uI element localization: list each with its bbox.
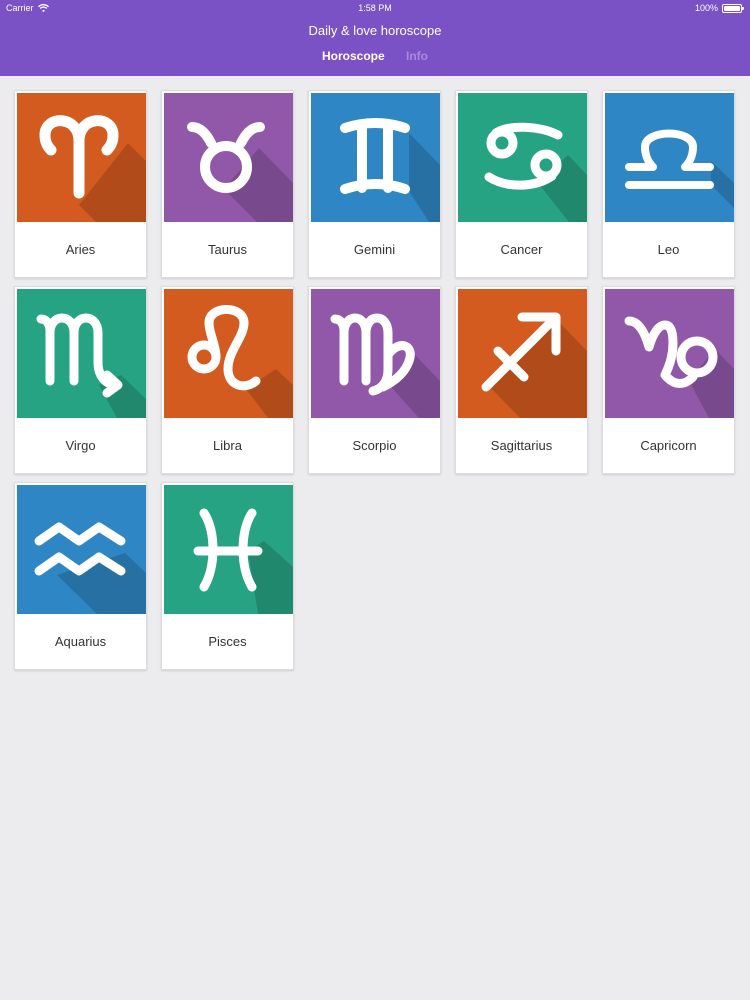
zodiac-tile bbox=[311, 93, 440, 222]
tab-info[interactable]: Info bbox=[406, 49, 428, 63]
zodiac-tile bbox=[605, 93, 734, 222]
zodiac-tile bbox=[164, 289, 293, 418]
zodiac-tile bbox=[17, 93, 146, 222]
zodiac-card-label: Scorpio bbox=[352, 438, 397, 453]
zodiac-card-label: Cancer bbox=[500, 242, 543, 257]
zodiac-tile bbox=[458, 93, 587, 222]
battery-icon bbox=[722, 3, 744, 13]
zodiac-tile bbox=[458, 289, 587, 418]
app-title: Daily & love horoscope bbox=[308, 23, 442, 38]
status-bar: Carrier 1:58 PM 100% bbox=[0, 0, 750, 16]
zodiac-card-taurus[interactable]: Taurus bbox=[161, 90, 294, 278]
zodiac-tile bbox=[164, 485, 293, 614]
zodiac-card-label: Taurus bbox=[207, 242, 248, 257]
scorpio-icon bbox=[36, 313, 146, 418]
zodiac-card-gemini[interactable]: Gemini bbox=[308, 90, 441, 278]
zodiac-grid: Aries Taurus Gemini Cancer Leo Virgo Lib… bbox=[14, 90, 735, 670]
leo-icon bbox=[187, 305, 293, 418]
app-header: Carrier 1:58 PM 100% Daily & love horosc… bbox=[0, 0, 750, 76]
aquarius-icon bbox=[34, 522, 146, 614]
zodiac-card-label: Capricorn bbox=[640, 438, 697, 453]
zodiac-card-label: Pisces bbox=[208, 634, 247, 649]
sagittarius-icon bbox=[481, 312, 587, 418]
zodiac-card-scorpio[interactable]: Scorpio bbox=[308, 286, 441, 474]
zodiac-card-label: Aries bbox=[65, 242, 96, 257]
zodiac-card-label: Sagittarius bbox=[490, 438, 553, 453]
zodiac-card-libra[interactable]: Libra bbox=[161, 286, 294, 474]
zodiac-card-virgo[interactable]: Virgo bbox=[14, 286, 147, 474]
capricorn-icon bbox=[624, 316, 734, 418]
cancer-icon bbox=[484, 122, 587, 222]
zodiac-card-label: Leo bbox=[657, 242, 680, 257]
zodiac-tile bbox=[17, 485, 146, 614]
zodiac-card-cancer[interactable]: Cancer bbox=[455, 90, 588, 278]
zodiac-card-pisces[interactable]: Pisces bbox=[161, 482, 294, 670]
zodiac-card-label: Libra bbox=[213, 438, 242, 453]
taurus-icon bbox=[187, 122, 293, 222]
zodiac-tile bbox=[311, 289, 440, 418]
tab-bar: Horoscope Info bbox=[0, 49, 750, 63]
status-battery: 100% bbox=[694, 3, 744, 13]
battery-percent: 100% bbox=[694, 3, 718, 13]
aries-icon bbox=[39, 115, 146, 222]
zodiac-card-aquarius[interactable]: Aquarius bbox=[14, 482, 147, 670]
zodiac-card-label: Virgo bbox=[65, 438, 96, 453]
tab-horoscope[interactable]: Horoscope bbox=[322, 49, 385, 63]
zodiac-card-sagittarius[interactable]: Sagittarius bbox=[455, 286, 588, 474]
zodiac-card-leo[interactable]: Leo bbox=[602, 90, 735, 278]
pisces-icon bbox=[193, 508, 293, 614]
zodiac-card-capricorn[interactable]: Capricorn bbox=[602, 286, 735, 474]
zodiac-tile bbox=[605, 289, 734, 418]
virgo-icon bbox=[330, 313, 440, 418]
zodiac-card-label: Aquarius bbox=[54, 634, 107, 649]
status-time: 1:58 PM bbox=[358, 3, 392, 13]
libra-icon bbox=[625, 129, 734, 208]
zodiac-card-aries[interactable]: Aries bbox=[14, 90, 147, 278]
gemini-icon bbox=[340, 118, 440, 222]
zodiac-tile bbox=[17, 289, 146, 418]
zodiac-card-label: Gemini bbox=[353, 242, 396, 257]
zodiac-tile bbox=[164, 93, 293, 222]
